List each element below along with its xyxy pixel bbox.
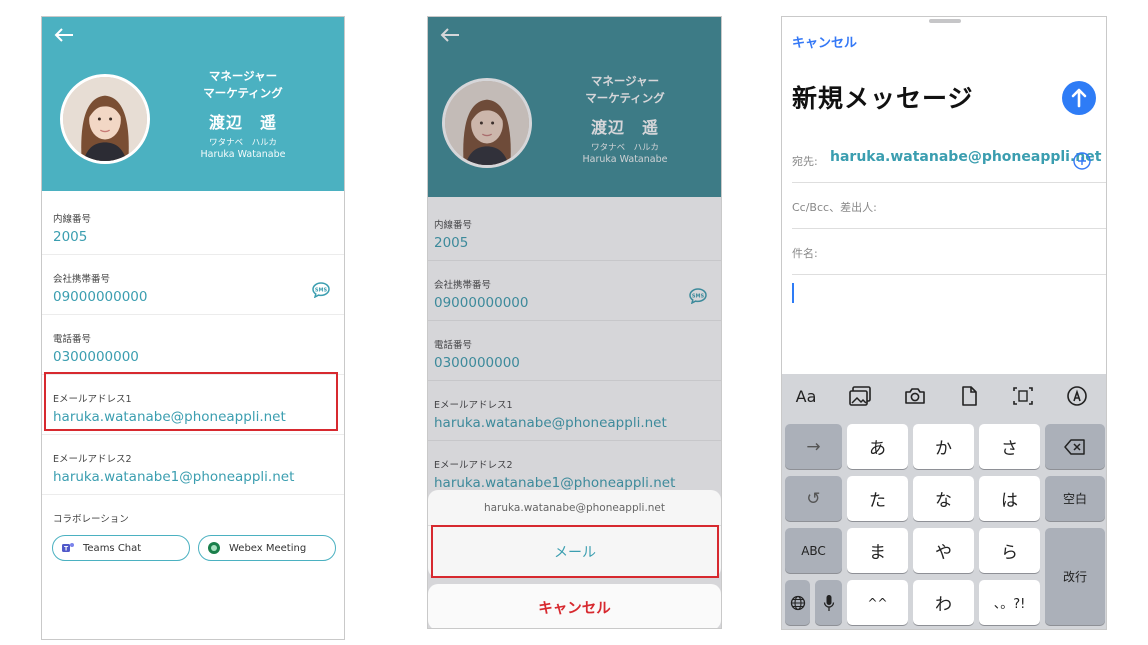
emoticon-key[interactable]: ^^ [847, 580, 908, 625]
teams-chat-label: Teams Chat [83, 542, 142, 554]
to-label: 宛先: [792, 155, 818, 168]
to-field[interactable]: 宛先: haruka.watanabe@phoneappli.net [792, 137, 1106, 183]
email-highlight-box [44, 372, 338, 431]
compose-mail-screen: キャンセル 新規メッセージ 宛先: haruka.watanabe@phonea… [781, 16, 1107, 630]
abc-key[interactable]: ABC [785, 528, 842, 573]
keyboard-toolbar: Aa [782, 374, 1106, 418]
webex-meeting-label: Webex Meeting [229, 542, 307, 554]
avatar [60, 74, 150, 164]
markup-icon[interactable] [1065, 385, 1089, 407]
field-email-2[interactable]: Eメールアドレス2 haruka.watanabe1@phoneappli.ne… [42, 435, 344, 495]
kana-key-ha[interactable]: は [979, 476, 1040, 521]
sheet-grabber[interactable] [929, 19, 961, 23]
send-button[interactable] [1062, 81, 1096, 115]
collaboration-buttons: T Teams Chat Webex Meeting [42, 525, 344, 561]
kana-key-ra[interactable]: ら [979, 528, 1040, 573]
return-key[interactable]: 改行 [1045, 528, 1105, 625]
compose-title: 新規メッセージ [792, 84, 974, 113]
action-sheet-title: haruka.watanabe@phoneappli.net [428, 490, 721, 526]
field-label: Eメールアドレス2 [53, 454, 132, 465]
webex-icon [208, 542, 220, 554]
document-icon[interactable] [957, 385, 981, 407]
cancel-button[interactable]: キャンセル [792, 32, 857, 51]
sms-icon[interactable]: SMS [312, 282, 330, 298]
subject-label: 件名: [792, 247, 818, 260]
profile-info: マネージャー マーケティング 渡辺 遥 ワタナベ ハルカ Haruka Wata… [170, 68, 316, 160]
teams-icon: T [62, 543, 74, 552]
profile-header: マネージャー マーケティング 渡辺 遥 ワタナベ ハルカ Haruka Wata… [42, 17, 344, 191]
field-label: 電話番号 [53, 334, 92, 345]
location-label: 位置 [42, 561, 344, 581]
profile-action-sheet-screen: マネージャー マーケティング 渡辺 遥 ワタナベ ハルカ Haruka Wata… [427, 16, 722, 629]
format-text-button[interactable]: Aa [794, 385, 818, 407]
cc-bcc-label: Cc/Bcc、差出人: [792, 201, 877, 214]
globe-key[interactable] [785, 580, 810, 625]
field-value: 2005 [53, 229, 88, 245]
field-value: haruka.watanabe1@phoneappli.net [53, 469, 295, 485]
field-value: 0300000000 [53, 349, 139, 365]
arrow-key[interactable]: → [785, 424, 842, 469]
kana-key-ka[interactable]: か [913, 424, 974, 469]
add-contact-icon[interactable] [1072, 151, 1092, 171]
field-extension[interactable]: 内線番号 2005 [42, 195, 344, 255]
mail-highlight-box [431, 525, 719, 578]
kana-key-wa[interactable]: わ [913, 580, 974, 625]
back-arrow-icon[interactable] [54, 27, 74, 43]
field-value: 09000000000 [53, 289, 148, 305]
camera-icon[interactable] [903, 385, 927, 407]
scan-document-icon[interactable] [1011, 385, 1035, 407]
kana-key-ma[interactable]: ま [847, 528, 908, 573]
action-sheet-cancel-button[interactable]: キャンセル [428, 584, 721, 628]
microphone-icon [823, 594, 834, 611]
kana-key-ya[interactable]: や [913, 528, 974, 573]
punctuation-key[interactable]: 、。?! [979, 580, 1040, 625]
field-label: 会社携帯番号 [53, 274, 111, 285]
delete-key[interactable] [1045, 424, 1105, 469]
to-recipient[interactable]: haruka.watanabe@phoneappli.net [830, 149, 1101, 165]
profile-screen: マネージャー マーケティング 渡辺 遥 ワタナベ ハルカ Haruka Wata… [41, 16, 345, 640]
department: マーケティング [203, 86, 283, 100]
person-kana: ワタナベ ハルカ [209, 138, 277, 148]
cc-bcc-field[interactable]: Cc/Bcc、差出人: [792, 183, 1106, 229]
webex-meeting-button[interactable]: Webex Meeting [198, 535, 336, 561]
kana-key-sa[interactable]: さ [979, 424, 1040, 469]
collaboration-label: コラボレーション [53, 514, 129, 525]
kana-key-na[interactable]: な [913, 476, 974, 521]
undo-key[interactable]: ↺ [785, 476, 842, 521]
keyboard: Aa → ↺ ABC あ か さ た な は ま や ら ^^ わ 、。?! 空… [782, 374, 1106, 629]
body-text-cursor[interactable] [792, 283, 794, 303]
backspace-icon [1064, 438, 1085, 455]
person-roman: Haruka Watanabe [200, 149, 286, 160]
arrow-up-icon [1071, 88, 1087, 108]
svg-text:SMS: SMS [315, 288, 328, 294]
teams-chat-button[interactable]: T Teams Chat [52, 535, 190, 561]
space-key[interactable]: 空白 [1045, 476, 1105, 521]
photo-library-icon[interactable] [848, 385, 872, 407]
kana-key-a[interactable]: あ [847, 424, 908, 469]
job-title: マネージャー [208, 69, 278, 83]
field-label: 内線番号 [53, 214, 92, 225]
field-company-mobile[interactable]: 会社携帯番号 09000000000 SMS [42, 255, 344, 315]
person-name: 渡辺 遥 [208, 113, 277, 132]
kana-key-ta[interactable]: た [847, 476, 908, 521]
globe-icon [790, 595, 805, 610]
field-phone[interactable]: 電話番号 0300000000 [42, 315, 344, 375]
mic-key[interactable] [815, 580, 842, 625]
subject-field[interactable]: 件名: [792, 229, 1106, 275]
